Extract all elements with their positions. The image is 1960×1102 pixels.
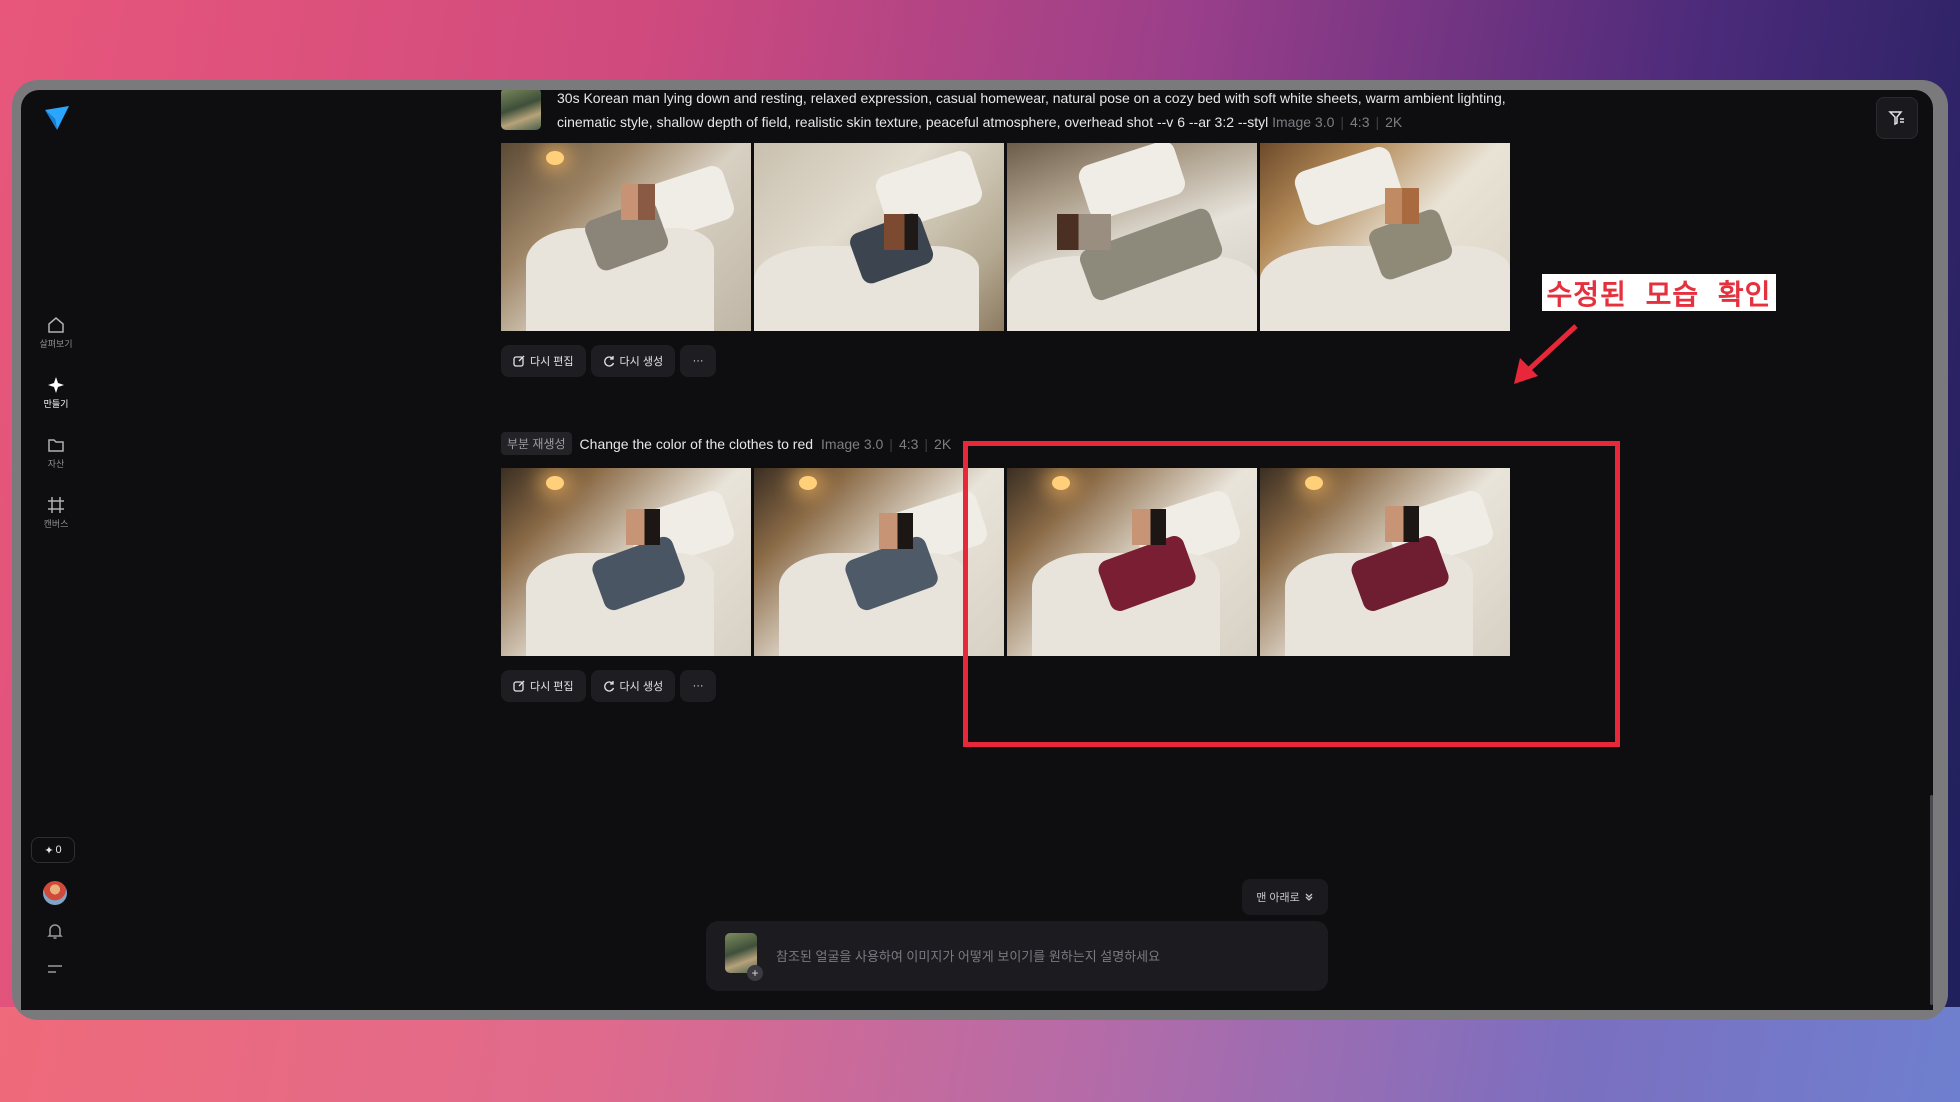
desktop-background <box>0 1007 1960 1102</box>
filter-icon <box>1888 111 1904 126</box>
ratio-label: 4:3 <box>1350 114 1370 130</box>
more-options-button[interactable]: ··· <box>680 670 717 702</box>
generated-image[interactable] <box>754 143 1004 331</box>
sidebar-item-create[interactable]: 만들기 <box>21 376 91 410</box>
prompt-composer[interactable]: + 참조된 얼굴을 사용하여 이미지가 어떻게 보이기를 원하는지 설명하세요 <box>706 921 1328 991</box>
mosaic-face <box>1057 214 1111 251</box>
sparkle-icon <box>48 377 64 393</box>
mosaic-face <box>621 184 655 221</box>
model-label: Image 3.0 <box>821 435 884 452</box>
sidebar-item-canvas[interactable]: 캔버스 <box>21 496 91 530</box>
prompt-text: Change the color of the clothes to red <box>579 435 814 452</box>
avatar[interactable] <box>43 881 67 905</box>
menu-icon[interactable] <box>47 963 63 975</box>
generated-image[interactable] <box>501 143 751 331</box>
edit-icon <box>513 355 525 367</box>
app-logo-icon[interactable] <box>43 104 71 132</box>
edit-prompt-line: 부분 재생성 Change the color of the clothes t… <box>501 432 951 455</box>
generated-image[interactable] <box>1260 143 1510 331</box>
mosaic-face <box>884 214 918 251</box>
generation-actions: 다시 편집 다시 생성 ··· <box>501 670 717 702</box>
generated-image-grid <box>501 143 1510 331</box>
sparkle-icon: ✦ <box>44 844 54 857</box>
more-options-button[interactable]: ··· <box>680 345 717 377</box>
generated-image[interactable] <box>501 468 751 656</box>
mosaic-face <box>879 513 913 550</box>
credits-badge[interactable]: ✦ 0 <box>31 837 75 863</box>
add-reference-icon[interactable]: + <box>747 965 763 981</box>
edit-icon <box>513 680 525 692</box>
refresh-icon <box>603 681 614 692</box>
annotation-highlight-box <box>963 441 1620 747</box>
prompt-input-placeholder[interactable]: 참조된 얼굴을 사용하여 이미지가 어떻게 보이기를 원하는지 설명하세요 <box>776 946 1160 965</box>
re-edit-button[interactable]: 다시 편집 <box>501 345 586 377</box>
credits-count: 0 <box>55 844 62 856</box>
generation-prompt: 30s Korean man lying down and resting, r… <box>557 90 1506 130</box>
sidebar-item-label: 자산 <box>47 459 65 469</box>
regenerate-button[interactable]: 다시 생성 <box>590 670 676 702</box>
sidebar-item-label: 만들기 <box>43 399 69 409</box>
generated-image[interactable] <box>1007 143 1257 331</box>
sidebar-item-label: 캔버스 <box>43 519 69 529</box>
mosaic-face <box>1385 188 1419 225</box>
model-label: Image 3.0 <box>1272 114 1335 130</box>
more-icon: ··· <box>692 680 704 692</box>
scrollbar[interactable] <box>1930 795 1933 1005</box>
filter-button[interactable] <box>1876 97 1918 139</box>
sidebar: 살펴보기 만들기 자산 캔버스 ✦ 0 <box>21 90 91 1010</box>
refresh-icon <box>603 356 614 367</box>
re-edit-button[interactable]: 다시 편집 <box>501 670 586 702</box>
annotation-arrow-icon <box>1514 324 1578 384</box>
regenerate-button[interactable]: 다시 생성 <box>590 345 676 377</box>
home-icon <box>48 317 64 333</box>
scroll-to-bottom-button[interactable]: 맨 아래로 <box>1242 879 1328 915</box>
resolution-label: 2K <box>934 435 952 452</box>
folder-icon <box>48 439 64 452</box>
reference-face-thumbnail[interactable] <box>501 90 541 130</box>
generation-actions: 다시 편집 다시 생성 ··· <box>501 345 717 377</box>
sidebar-item-explore[interactable]: 살펴보기 <box>21 316 91 350</box>
chevron-double-down-icon <box>1305 893 1313 901</box>
partial-regenerate-badge: 부분 재생성 <box>501 432 572 455</box>
mosaic-face <box>626 509 660 546</box>
more-icon: ··· <box>692 355 704 367</box>
resolution-label: 2K <box>1385 114 1403 130</box>
bell-icon[interactable] <box>46 922 64 940</box>
sidebar-item-label: 살펴보기 <box>39 339 73 349</box>
canvas-icon <box>48 497 64 513</box>
sidebar-item-assets[interactable]: 자산 <box>21 436 91 470</box>
annotation-callout: 수정된 모습 확인 <box>1542 274 1776 311</box>
ratio-label: 4:3 <box>898 435 919 452</box>
